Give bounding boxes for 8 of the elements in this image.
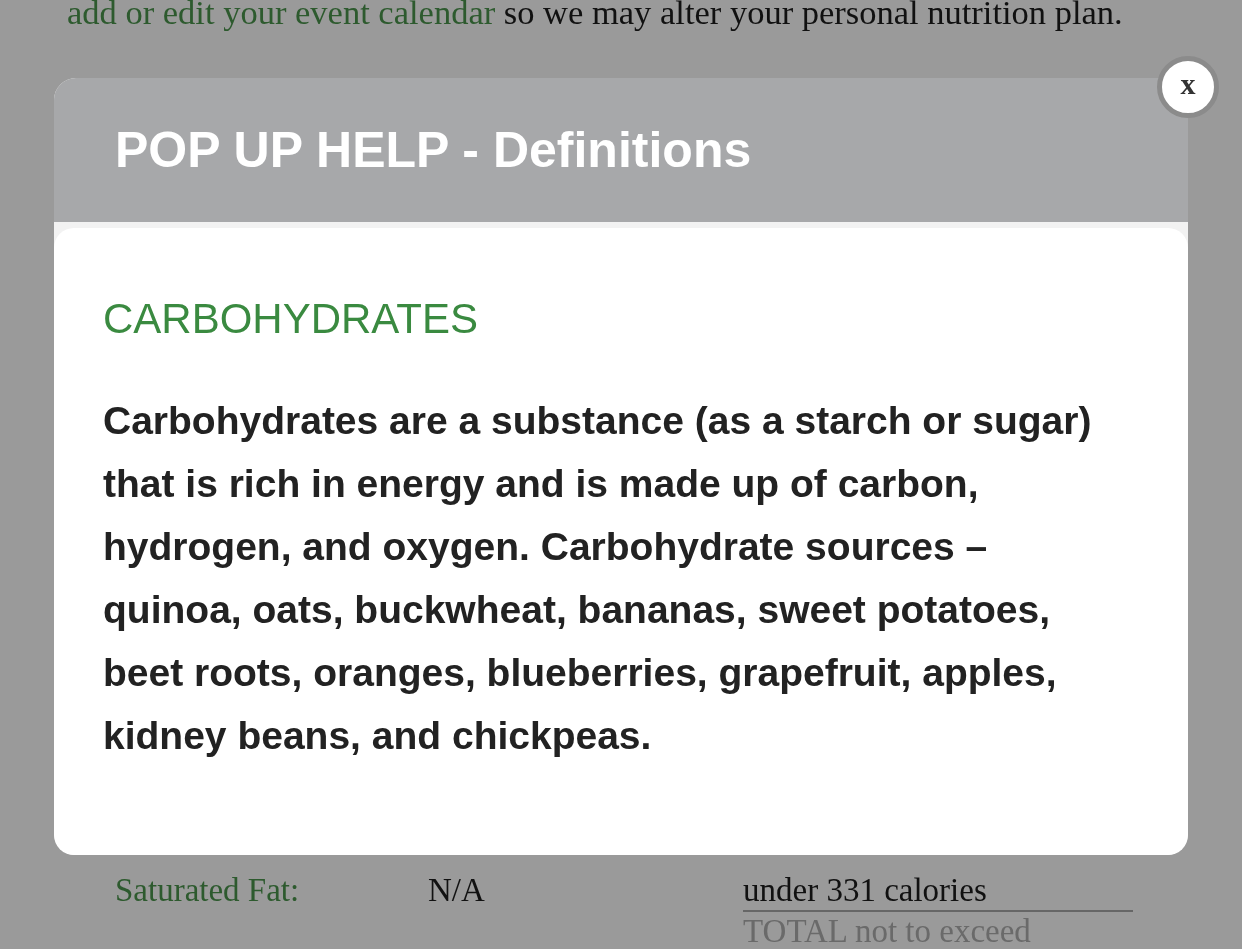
nutrient-value: N/A: [428, 872, 486, 910]
term-heading: CARBOHYDRATES: [103, 294, 479, 344]
nutrient-limit: under 331 calories: [743, 872, 987, 908]
close-button[interactable]: x: [1157, 56, 1219, 118]
dialog-title: POP UP HELP - Definitions: [115, 121, 752, 179]
intro-text: add or edit your event calendar so we may alter your personal nutrition plan.: [67, 0, 1124, 33]
definition-text: Carbohydrates are a substance (as a starch or sugar) that is rich in energy and is made up of carbon, hydrogen, and oxygen. Carbohydrate sources – quinoa, oats, buckwheat, bananas, sweet potatoes, beet roots, oranges, blueberries, grapefruit, apples, kidney beans, and chickpeas.: [103, 398, 1093, 759]
nutrient-label: Saturated Fat:: [115, 872, 301, 910]
